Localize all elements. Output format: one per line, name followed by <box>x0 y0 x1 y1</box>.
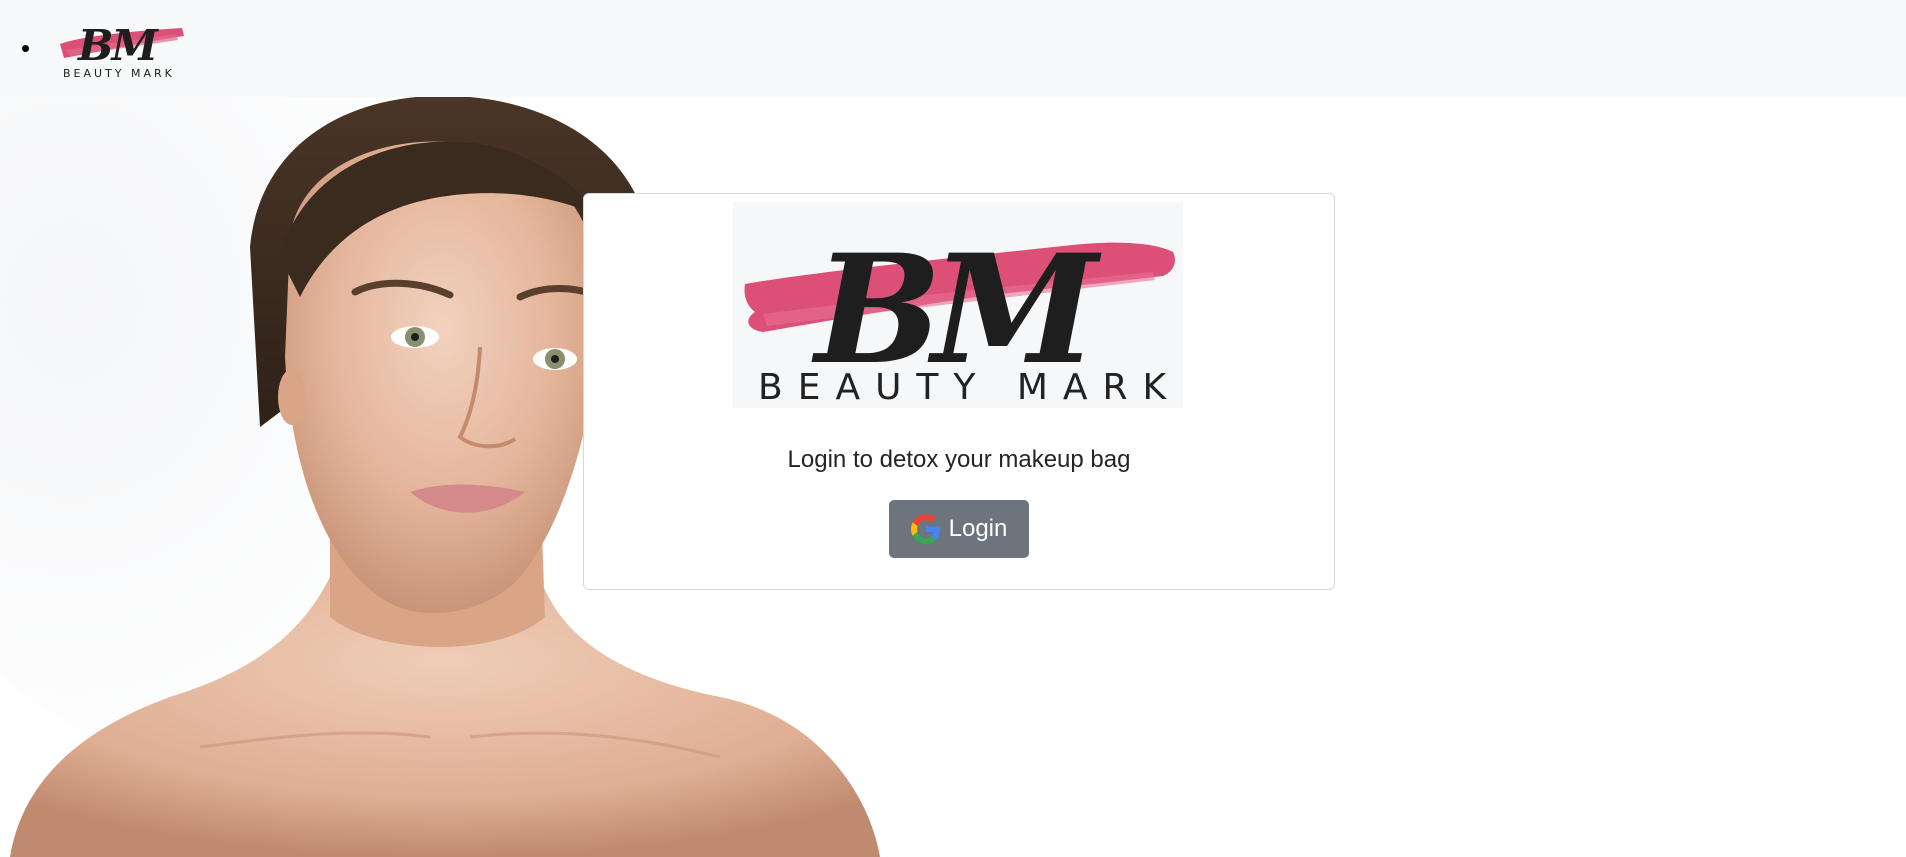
login-card: BM BEAUTY MARK Login to detox your makeu… <box>583 193 1335 590</box>
svg-text:BEAUTY MARK: BEAUTY MARK <box>63 67 175 80</box>
card-brand-logo: BM BEAUTY MARK <box>733 202 1183 408</box>
svg-text:BEAUTY MARK: BEAUTY MARK <box>758 367 1181 408</box>
svg-text:BM: BM <box>77 21 159 70</box>
top-navbar: BM BEAUTY MARK <box>0 0 1906 97</box>
login-tagline: Login to detox your makeup bag <box>787 446 1131 473</box>
google-login-button[interactable]: Login <box>889 500 1029 558</box>
brand-logo-link[interactable]: BM BEAUTY MARK <box>56 14 186 80</box>
google-icon <box>910 514 940 544</box>
list-bullet <box>22 45 29 52</box>
brand-logo: BM BEAUTY MARK <box>60 21 184 80</box>
login-button-label: Login <box>948 515 1008 542</box>
